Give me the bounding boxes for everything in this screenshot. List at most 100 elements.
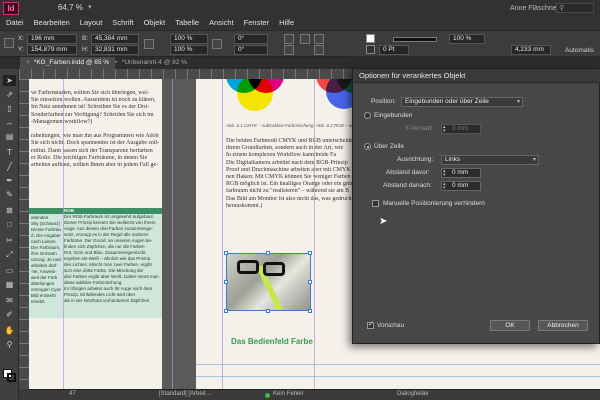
scissors-tool-icon[interactable]: ✂ xyxy=(3,235,16,246)
link-proportions-icon[interactable] xyxy=(144,39,154,49)
stepper-icon[interactable]: ▴ ▾ xyxy=(443,125,446,134)
user-name[interactable]: Anne Fläschner xyxy=(510,5,559,12)
y-offset-field[interactable]: ▴ ▾ 0 mm xyxy=(441,124,481,134)
gradient-tool-icon[interactable]: ▭ xyxy=(3,265,16,276)
shear-field[interactable]: 0° xyxy=(234,45,268,55)
search-input[interactable]: ⚲ xyxy=(556,3,594,13)
gap-tool-icon[interactable]: ↔ xyxy=(3,117,16,128)
stroke-color-icon[interactable] xyxy=(7,373,16,382)
free-transform-tool-icon[interactable]: ⤢ xyxy=(3,249,16,260)
resize-handle[interactable] xyxy=(224,309,228,313)
select-container-icon[interactable] xyxy=(314,34,324,44)
gradient-feather-tool-icon[interactable]: ▦ xyxy=(3,279,16,290)
width-field[interactable]: 45,384 mm xyxy=(91,34,139,44)
stroke-type-preview[interactable] xyxy=(393,37,437,42)
type-tool-icon[interactable]: T xyxy=(3,147,16,158)
cancel-button[interactable]: Abbrechen xyxy=(538,320,588,331)
anchored-object-options-dialog: Optionen für verankertes Objekt Position… xyxy=(352,68,600,344)
menu-ansicht[interactable]: Ansicht xyxy=(209,18,234,27)
space-after-field[interactable]: ▴ ▾ 0 mm xyxy=(441,181,481,191)
resize-handle[interactable] xyxy=(308,251,312,255)
preflight-profile[interactable]: [Standard] [Arbeit… xyxy=(159,391,212,397)
rectangle-tool-icon[interactable]: □ xyxy=(3,219,16,230)
text-line xyxy=(31,126,159,133)
menu-datei[interactable]: Datei xyxy=(6,18,24,27)
vertical-ruler[interactable] xyxy=(19,79,29,389)
eyedropper-tool-icon[interactable]: ✐ xyxy=(3,309,16,320)
constrain-icon[interactable] xyxy=(212,39,222,49)
resize-handle[interactable] xyxy=(308,280,312,284)
offset-field[interactable]: 4,233 mm xyxy=(511,45,551,55)
text-line: Im Netz annehmen ist! Schreiben Sie es d… xyxy=(31,104,149,111)
fill-swatch-icon[interactable] xyxy=(366,34,375,43)
left-text-frame[interactable]: ve Farbenstarten, sollten Sie sich überl… xyxy=(31,90,159,169)
alignment-select[interactable]: Links ▾ xyxy=(441,155,539,165)
section-heading[interactable]: Das Bedienfeld Farbe xyxy=(231,337,313,346)
text-line: rstitut. Dann lassen sich der Transparen… xyxy=(31,147,153,154)
menu-hilfe[interactable]: Hilfe xyxy=(279,18,294,27)
resize-handle[interactable] xyxy=(224,251,228,255)
pencil-tool-icon[interactable]: ✎ xyxy=(3,189,16,200)
ok-button[interactable]: OK xyxy=(490,320,530,331)
note-tool-icon[interactable]: ✉ xyxy=(3,295,16,306)
space-before-field[interactable]: ▴ ▾ 0 mm xyxy=(441,168,481,178)
close-icon[interactable]: × xyxy=(114,59,118,66)
resize-handle[interactable] xyxy=(266,309,270,313)
flip-icon[interactable] xyxy=(284,45,294,55)
x-field[interactable]: 196 mm xyxy=(27,34,77,44)
menu-fenster[interactable]: Fenster xyxy=(244,18,269,27)
prevent-manual-checkbox[interactable] xyxy=(372,200,379,207)
reference-point-icon[interactable] xyxy=(4,38,14,48)
resize-handle[interactable] xyxy=(308,309,312,313)
line-tool-icon[interactable]: ╱ xyxy=(3,161,16,172)
menu-layout[interactable]: Layout xyxy=(80,18,103,27)
content-collector-icon[interactable]: ▤ xyxy=(3,131,16,142)
height-field[interactable]: 32,831 mm xyxy=(91,45,139,55)
resize-handle[interactable] xyxy=(266,251,270,255)
baseline-guide xyxy=(196,376,600,377)
position-select[interactable]: Eingebunden oder über Zeile ▾ xyxy=(401,97,523,107)
page-tool-icon[interactable]: ▯ xyxy=(3,103,16,114)
stroke-weight-field[interactable]: 0 Pt xyxy=(379,45,409,55)
page-number[interactable]: 47 xyxy=(69,391,76,397)
table-column-right: RGB Der RGB-Farbraum ist umgekehrt aufge… xyxy=(64,208,159,303)
flip-horizontal-icon[interactable] xyxy=(300,34,310,44)
inline-radio[interactable] xyxy=(364,112,371,119)
preview-checkbox[interactable] xyxy=(367,320,374,329)
preflight-status[interactable]: Kein Fehler xyxy=(273,391,304,397)
tab-unbenannt-4[interactable]: × *Unbenannt-4 @ 82 % xyxy=(108,57,193,69)
page-left[interactable]: ve Farbenstarten, sollten Sie sich überl… xyxy=(29,79,162,389)
close-icon[interactable]: × xyxy=(26,59,30,66)
zoom-level[interactable]: 64,7 % xyxy=(58,3,83,12)
above-line-radio[interactable] xyxy=(364,143,371,150)
tab-label: *Unbenannt-4 @ 82 % xyxy=(121,59,187,66)
menu-bearbeiten[interactable]: Bearbeiten xyxy=(34,18,70,27)
direct-selection-tool-icon[interactable]: ⇗ xyxy=(3,89,16,100)
opacity-field[interactable]: 100 % xyxy=(449,34,485,44)
stepper-icon[interactable]: ▴ ▾ xyxy=(443,169,446,178)
rectangle-frame-tool-icon[interactable]: ⊠ xyxy=(3,205,16,216)
selection-tool-icon[interactable]: ➤ xyxy=(3,75,16,86)
y-field[interactable]: 154,879 mm xyxy=(27,45,77,55)
menu-tabelle[interactable]: Tabelle xyxy=(175,18,199,27)
rotate-icon[interactable] xyxy=(284,34,294,44)
scale-x-field[interactable]: 100 % xyxy=(170,34,208,44)
menu-objekt[interactable]: Objekt xyxy=(144,18,166,27)
tab-kg-farben[interactable]: × *KG_Farben.indd @ 65 % xyxy=(20,57,116,69)
auto-fit-label[interactable]: Automatis xyxy=(565,47,594,54)
stroke-swatch-icon[interactable] xyxy=(366,45,375,54)
anchored-image-frame[interactable] xyxy=(226,253,311,311)
stepper-icon[interactable]: ▴ ▾ xyxy=(443,182,446,191)
resize-handle[interactable] xyxy=(224,280,228,284)
width-label: B: xyxy=(82,35,89,42)
color-model-table[interactable]: eitenden Sky (Schwarz) Dieser Farbräume … xyxy=(29,208,162,318)
menu-schrift[interactable]: Schrift xyxy=(112,18,133,27)
chevron-down-icon[interactable]: ▾ xyxy=(88,3,92,11)
select-content-icon[interactable] xyxy=(314,45,324,55)
rotation-field[interactable]: 0° xyxy=(234,34,268,44)
scale-y-field[interactable]: 100 % xyxy=(170,45,208,55)
dialog-title[interactable]: Optionen für verankertes Objekt xyxy=(353,69,600,83)
pen-tool-icon[interactable]: ✒ xyxy=(3,175,16,186)
hand-tool-icon[interactable]: ✋ xyxy=(3,325,16,336)
zoom-tool-icon[interactable]: ⚲ xyxy=(3,339,16,350)
